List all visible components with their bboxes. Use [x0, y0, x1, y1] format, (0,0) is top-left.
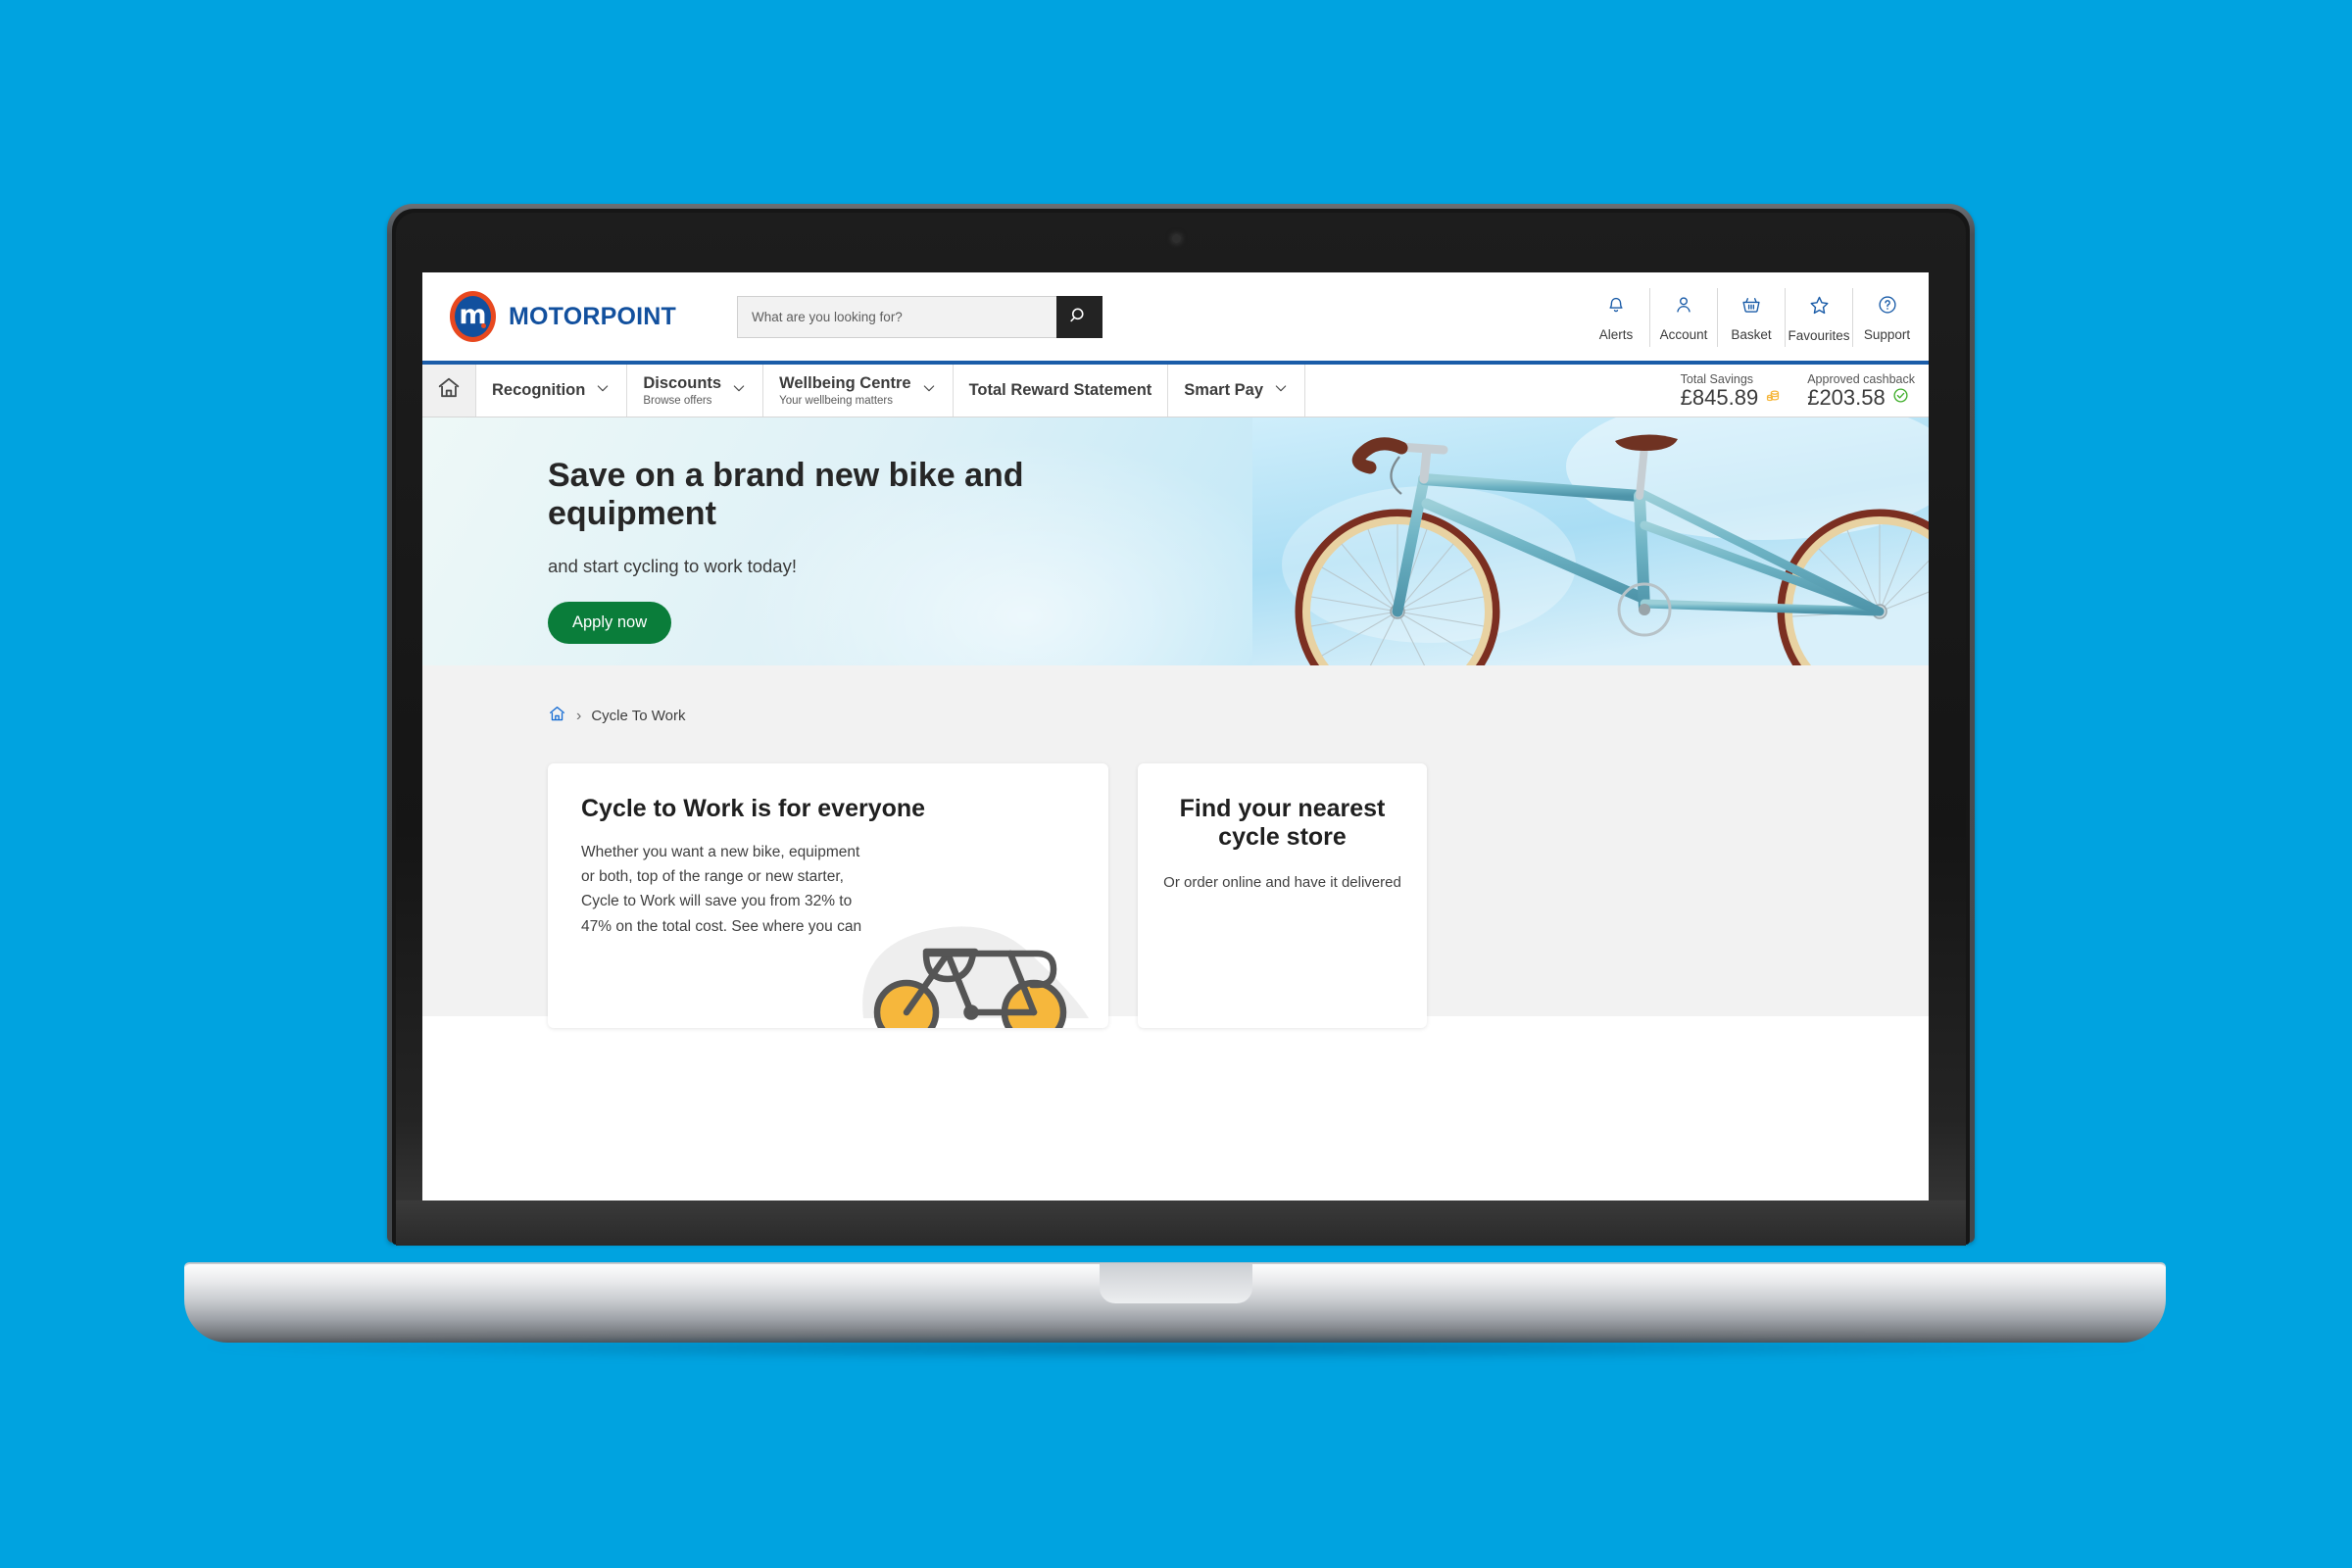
chevron-down-icon [1273, 380, 1289, 401]
brand-name: MOTORPOINT [509, 302, 676, 330]
stat-label: Approved cashback [1807, 372, 1915, 386]
stat-value: £845.89 [1680, 385, 1759, 410]
header-actions: Alerts Account Basket Favourites Support [1583, 288, 1921, 347]
stat-total-savings[interactable]: Total Savings £845.89 [1681, 372, 1783, 409]
nav-item-title: Recognition [492, 381, 586, 399]
breadcrumb-current: Cycle To Work [591, 708, 686, 724]
hero-banner: Save on a brand new bike and equipment a… [422, 417, 1929, 665]
card-cycle-to-work-is-for-everyone[interactable]: Cycle to Work is for everyone Whether yo… [548, 763, 1108, 1028]
coins-icon [1765, 387, 1782, 409]
card-title: Find your nearest cycle store [1179, 795, 1386, 852]
webcam-icon [1172, 234, 1181, 243]
header-action-label: Support [1863, 327, 1911, 342]
search-button[interactable] [1055, 295, 1102, 338]
breadcrumb-separator: › [576, 707, 582, 724]
home-icon [436, 375, 462, 406]
basket-icon [1740, 294, 1762, 320]
laptop-mockup: m MOTORPOINT What are you looking for? A… [0, 0, 2352, 1568]
hero-text-block: Save on a brand new bike and equipment a… [548, 457, 1155, 644]
hero-bicycle-image [1252, 417, 1929, 665]
nav-item-recognition[interactable]: Recognition [476, 365, 628, 416]
header-action-account[interactable]: Account [1650, 288, 1718, 347]
site-header: m MOTORPOINT What are you looking for? A… [422, 272, 1929, 361]
chevron-down-icon [921, 380, 937, 401]
home-icon[interactable] [548, 705, 566, 727]
laptop-hinge [396, 1200, 1966, 1246]
search-bar [736, 295, 1102, 338]
header-action-label: Basket [1731, 327, 1772, 342]
apply-now-button[interactable]: Apply now [548, 601, 672, 644]
motorpoint-logo-icon: m [450, 291, 496, 342]
nav-item-title: Smart Pay [1184, 381, 1264, 399]
search-input[interactable] [736, 295, 1056, 338]
main-navigation: Recognition Discounts Browse offers Well… [422, 361, 1929, 417]
nav-item-subtitle: Your wellbeing matters [779, 395, 894, 407]
search-icon [1069, 306, 1089, 328]
stat-value: £203.58 [1807, 385, 1886, 410]
header-action-favourites[interactable]: Favourites [1786, 288, 1853, 347]
hero-subheading: and start cycling to work today! [548, 555, 797, 576]
breadcrumb: › Cycle To Work [422, 665, 1929, 727]
nav-item-subtitle: Browse offers [643, 395, 712, 407]
card-body: Or order online and have it delivered [1163, 873, 1401, 891]
nav-item-discounts[interactable]: Discounts Browse offers [627, 365, 764, 416]
header-action-basket[interactable]: Basket [1718, 288, 1786, 347]
brand-logo-letter: m [455, 296, 491, 337]
chevron-down-icon [731, 380, 747, 401]
brand-logo[interactable]: m MOTORPOINT [450, 291, 676, 342]
header-action-alerts[interactable]: Alerts [1583, 288, 1650, 347]
nav-item-smart-pay[interactable]: Smart Pay [1168, 365, 1306, 416]
header-action-label: Account [1659, 327, 1708, 342]
page-content: › Cycle To Work Cycle to Work is for eve… [422, 665, 1929, 1028]
card-body: Whether you want a new bike, equipment o… [581, 844, 862, 935]
user-icon [1673, 294, 1694, 320]
browser-viewport: m MOTORPOINT What are you looking for? A… [422, 272, 1929, 1213]
question-circle-icon [1877, 294, 1898, 320]
nav-stats: Total Savings £845.89 Approved cashback … [1663, 365, 1929, 416]
nav-item-total-reward-statement[interactable]: Total Reward Statement [954, 365, 1169, 416]
bell-icon [1605, 294, 1627, 320]
check-circle-icon [1892, 387, 1909, 409]
bicycle-line-icon [862, 926, 1089, 1028]
nav-item-title: Wellbeing Centre [779, 374, 911, 392]
nav-item-title: Discounts [643, 374, 722, 392]
hero-heading: Save on a brand new bike and equipment [548, 457, 1024, 533]
header-action-support[interactable]: Support [1853, 288, 1921, 347]
card-find-your-nearest-cycle-store[interactable]: Find your nearest cycle store Or order o… [1138, 763, 1427, 1028]
laptop-lid-notch [1100, 1264, 1252, 1303]
nav-home-button[interactable] [422, 365, 476, 416]
chevron-down-icon [595, 380, 611, 401]
nav-item-wellbeing-centre[interactable]: Wellbeing Centre Your wellbeing matters [763, 365, 954, 416]
content-cards: Cycle to Work is for everyone Whether yo… [422, 727, 1929, 1028]
header-action-label: Favourites [1788, 328, 1850, 343]
star-icon [1808, 294, 1831, 321]
stat-approved-cashback[interactable]: Approved cashback £203.58 [1807, 372, 1915, 409]
laptop-shadow [206, 1335, 2146, 1360]
header-action-label: Alerts [1598, 327, 1634, 342]
stat-label: Total Savings [1680, 372, 1754, 386]
nav-item-title: Total Reward Statement [968, 381, 1152, 399]
card-title: Cycle to Work is for everyone [581, 795, 926, 822]
